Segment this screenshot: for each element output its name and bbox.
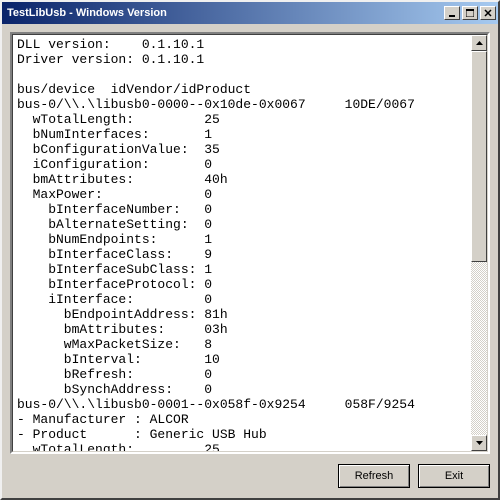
output-text: DLL version: 0.1.10.1 Driver version: 0.… xyxy=(13,35,487,451)
window-title: TestLibUsb - Windows Version xyxy=(4,7,442,19)
client-area: DLL version: 0.1.10.1 Driver version: 0.… xyxy=(2,24,498,498)
minimize-button[interactable] xyxy=(444,6,460,20)
scroll-thumb[interactable] xyxy=(471,51,487,262)
button-row: Refresh Exit xyxy=(10,454,490,490)
title-bar: TestLibUsb - Windows Version xyxy=(2,2,498,24)
minimize-icon xyxy=(448,9,456,17)
exit-button[interactable]: Exit xyxy=(418,464,490,488)
maximize-button[interactable] xyxy=(462,6,478,20)
scroll-up-button[interactable] xyxy=(471,35,487,51)
close-button[interactable] xyxy=(480,6,496,20)
chevron-up-icon xyxy=(476,41,483,45)
refresh-button[interactable]: Refresh xyxy=(338,464,410,488)
app-window: TestLibUsb - Windows Version DLL version… xyxy=(0,0,500,500)
chevron-down-icon xyxy=(476,441,483,445)
vertical-scrollbar[interactable] xyxy=(471,35,487,451)
scroll-track[interactable] xyxy=(471,51,487,435)
scroll-down-button[interactable] xyxy=(471,435,487,451)
output-textbox[interactable]: DLL version: 0.1.10.1 Driver version: 0.… xyxy=(10,32,490,454)
maximize-icon xyxy=(466,9,474,17)
close-icon xyxy=(484,9,492,17)
